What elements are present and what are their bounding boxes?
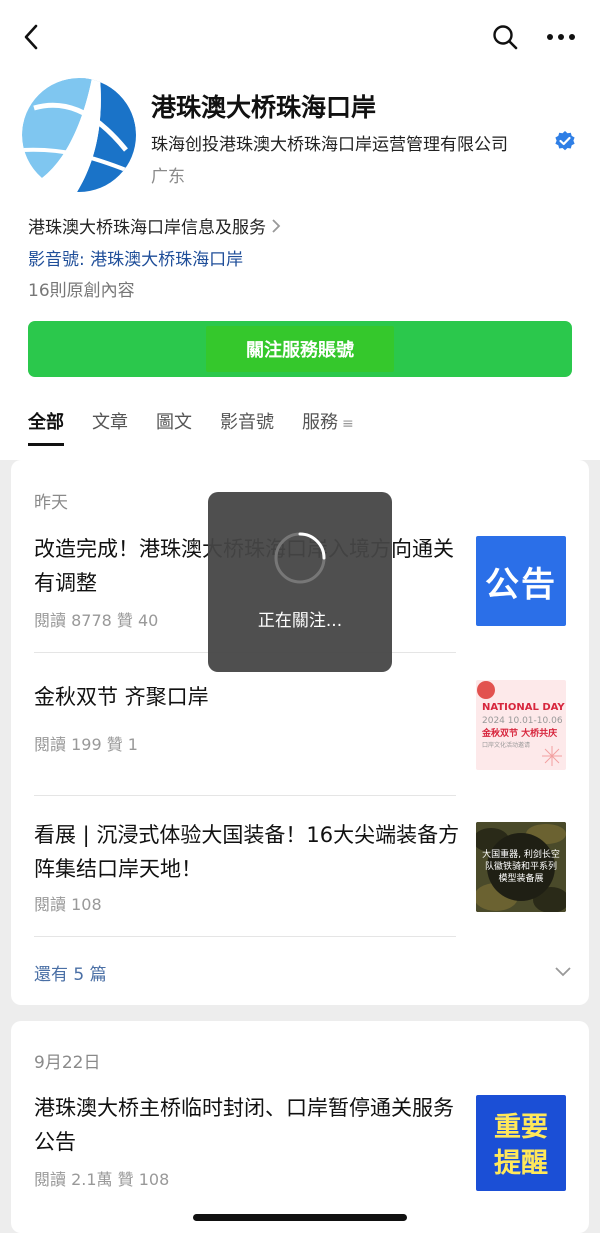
tab-videos[interactable]: 影音號 <box>220 408 274 446</box>
article-meta: 閱讀 8778 贊 40 <box>34 611 159 630</box>
thumbnail-date: 2024 10.01-10.06 <box>482 716 563 726</box>
group-date: 昨天 <box>34 493 68 513</box>
menu-icon: ≡ <box>342 416 354 432</box>
article-item[interactable]: 看展 | 沉浸式体验大国装备！16大尖端装备方阵集结口岸天地！ 閱讀 108 大… <box>34 818 566 918</box>
article-item[interactable]: 金秋双节 齐聚口岸 閱讀 199 贊 1 NATIONAL DAY 2024 1… <box>34 680 566 770</box>
group-date: 9月22日 <box>34 1053 101 1073</box>
article-item[interactable]: 港珠澳大桥主桥临时封闭、口岸暂停通关服务公告 閱讀 2.1萬 贊 108 重要 … <box>34 1091 566 1211</box>
tab-posts-label: 圖文 <box>156 412 192 433</box>
thumbnail-title: NATIONAL DAY <box>482 702 565 713</box>
account-logo[interactable] <box>22 78 136 192</box>
account-name: 港珠澳大桥珠海口岸 <box>151 93 377 122</box>
verified-badge-icon <box>554 130 576 152</box>
tab-services-label: 服務 <box>302 412 338 433</box>
chevron-down-icon[interactable] <box>553 962 573 982</box>
article-thumbnail: 重要 提醒 <box>476 1095 566 1191</box>
article-title: 看展 | 沉浸式体验大国装备！16大尖端装备方阵集结口岸天地！ <box>34 823 460 881</box>
chevron-left-icon[interactable] <box>14 20 48 54</box>
region-label: 广东 <box>151 167 185 187</box>
article-meta: 閱讀 199 贊 1 <box>34 735 138 754</box>
article-meta: 閱讀 2.1萬 贊 108 <box>34 1170 170 1189</box>
original-content-count[interactable]: 16則原創內容 <box>28 276 135 301</box>
divider <box>34 936 456 937</box>
article-title: 金秋双节 齐聚口岸 <box>34 685 209 709</box>
toast-message: 正在關注... <box>257 611 343 631</box>
thumbnail-footer: 口岸文化活动邀请 <box>482 742 531 749</box>
tab-all-label: 全部 <box>28 412 64 433</box>
loading-spinner-icon <box>274 532 326 584</box>
thumbnail-line-1: 重要 <box>494 1112 548 1143</box>
tab-articles-label: 文章 <box>92 412 128 433</box>
tab-articles[interactable]: 文章 <box>92 408 128 446</box>
follow-button-label: 關注服務賬號 <box>206 326 394 372</box>
tab-services[interactable]: 服務 ≡ <box>302 408 354 446</box>
account-description[interactable]: 港珠澳大桥珠海口岸信息及服务 <box>28 213 282 238</box>
article-title: 港珠澳大桥主桥临时封闭、口岸暂停通关服务公告 <box>34 1096 454 1154</box>
tab-posts[interactable]: 圖文 <box>156 408 192 446</box>
company-name: 珠海创投港珠澳大桥珠海口岸运营管理有限公司 <box>151 135 508 155</box>
thumbnail-text: 大国重器, 利剑长空 队徽铁骑和平系列模型装备展 <box>482 850 560 884</box>
article-thumbnail: 大国重器, 利剑长空 队徽铁骑和平系列模型装备展 <box>476 822 566 912</box>
tab-all[interactable]: 全部 <box>28 408 64 446</box>
home-indicator[interactable] <box>193 1214 407 1221</box>
thumbnail-line-2: 提醒 <box>494 1148 548 1179</box>
tab-videos-label: 影音號 <box>220 412 274 433</box>
article-thumbnail: 公告 <box>476 536 566 626</box>
article-thumbnail: NATIONAL DAY 2024 10.01-10.06 金秋双节 大桥共庆 … <box>476 680 566 770</box>
more-horizontal-icon[interactable] <box>542 20 580 54</box>
loading-toast: 正在關注... <box>208 492 392 672</box>
content-tabs: 全部 文章 圖文 影音號 服務 ≡ <box>28 408 354 446</box>
more-articles-link[interactable]: 還有 5 篇 <box>34 960 107 985</box>
search-icon[interactable] <box>488 20 522 54</box>
video-account-link[interactable]: 影音號: 港珠澳大桥珠海口岸 <box>28 245 243 270</box>
description-text: 港珠澳大桥珠海口岸信息及服务 <box>28 218 266 238</box>
account-header: 港珠澳大桥珠海口岸 珠海创投港珠澳大桥珠海口岸运营管理有限公司 广东 港珠澳大桥… <box>0 0 600 460</box>
follow-button[interactable]: 關注服務賬號 <box>28 321 572 377</box>
thumbnail-slogan: 金秋双节 大桥共庆 <box>482 729 558 739</box>
article-meta: 閱讀 108 <box>34 895 102 914</box>
thumbnail-text: 公告 <box>485 564 557 605</box>
divider <box>34 795 456 796</box>
chevron-right-icon <box>272 218 281 233</box>
article-group-card: 9月22日 港珠澳大桥主桥临时封闭、口岸暂停通关服务公告 閱讀 2.1萬 贊 1… <box>11 1021 589 1233</box>
